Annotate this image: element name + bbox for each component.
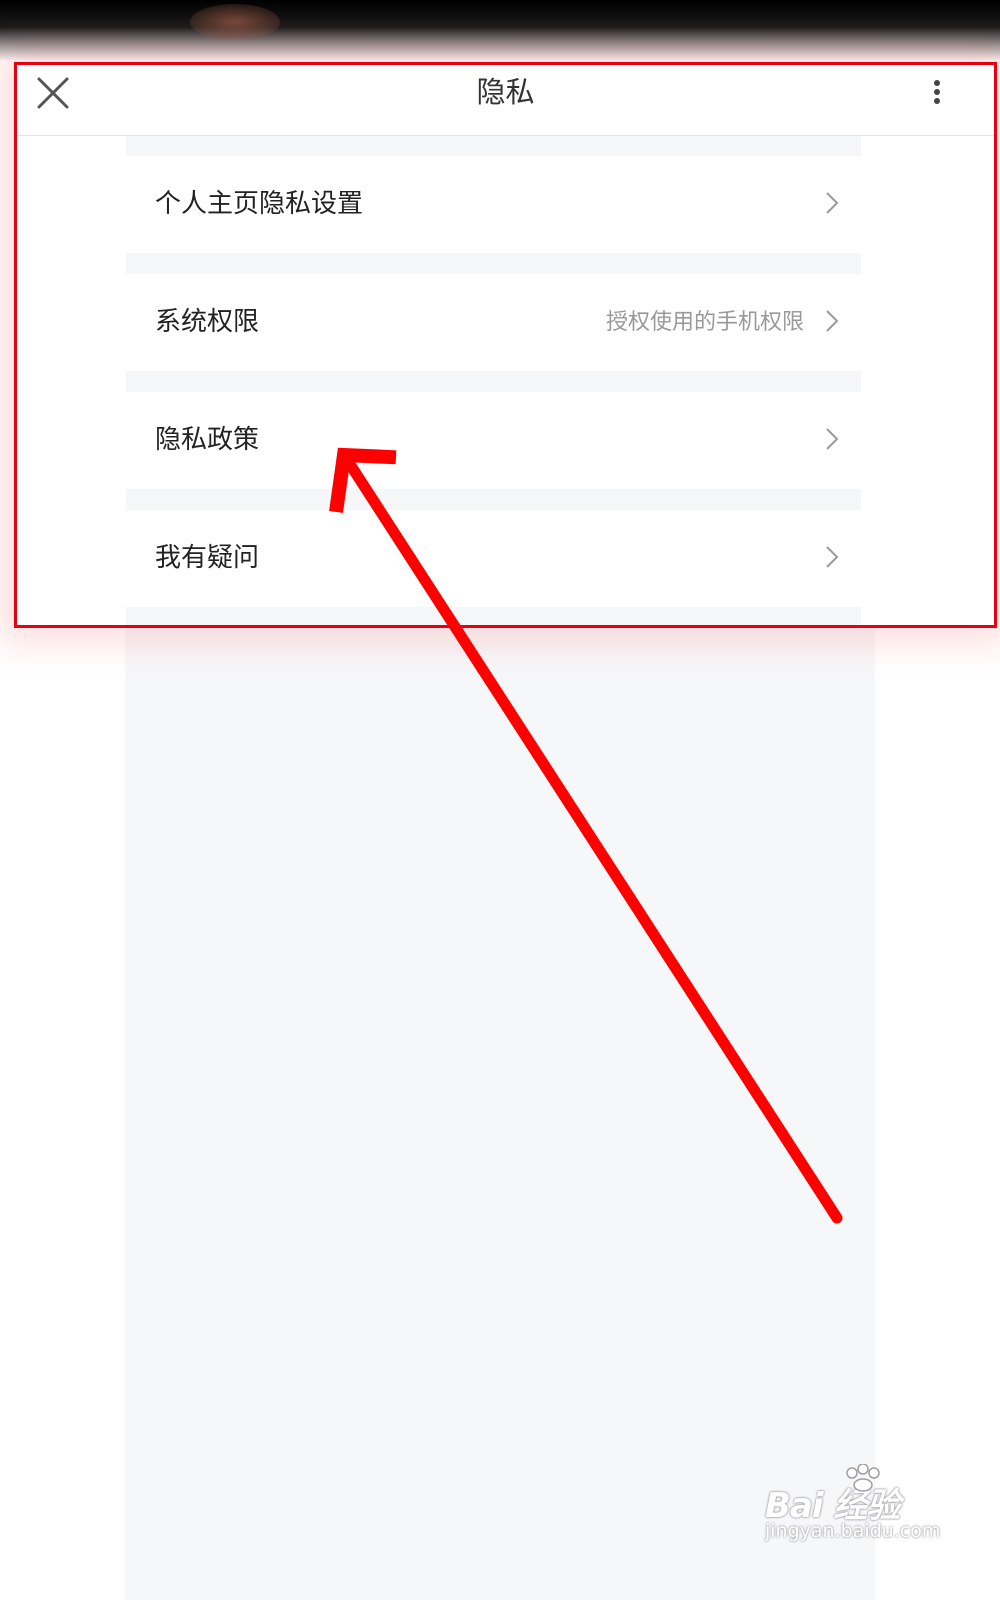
header-bar: 隐私 [17, 65, 994, 136]
chevron-right-icon [823, 426, 841, 452]
privacy-panel: 隐私 个人主页隐私设置 系统权限 授权使用的手机权限 隐私政策 我有疑问 [14, 62, 997, 628]
list-item-system-permissions[interactable]: 系统权限 授权使用的手机权限 [126, 274, 861, 371]
top-blur-glow [190, 4, 280, 40]
list-item-label: 隐私政策 [155, 425, 260, 455]
chevron-right-icon [823, 544, 841, 570]
page-background-column [125, 620, 875, 1600]
more-vertical-icon [934, 80, 940, 104]
watermark: Bai 经验 jingyan.baidu.com [765, 1464, 955, 1578]
settings-list: 个人主页隐私设置 系统权限 授权使用的手机权限 隐私政策 我有疑问 [126, 136, 861, 625]
list-item-label: 系统权限 [155, 307, 260, 337]
paw-icon [846, 1464, 880, 1492]
watermark-url: jingyan.baidu.com [765, 1520, 941, 1542]
chevron-right-icon [823, 190, 841, 216]
list-item-questions[interactable]: 我有疑问 [126, 510, 861, 607]
more-options-button[interactable] [922, 75, 952, 109]
list-item-value: 授权使用的手机权限 [605, 310, 804, 335]
list-item-label: 个人主页隐私设置 [155, 189, 364, 219]
list-item-profile-privacy[interactable]: 个人主页隐私设置 [126, 156, 861, 253]
chevron-right-icon [823, 308, 841, 334]
top-blurred-bar [0, 0, 1000, 60]
list-item-label: 我有疑问 [155, 543, 260, 573]
page-title: 隐私 [476, 75, 535, 109]
list-item-privacy-policy[interactable]: 隐私政策 [126, 392, 861, 489]
